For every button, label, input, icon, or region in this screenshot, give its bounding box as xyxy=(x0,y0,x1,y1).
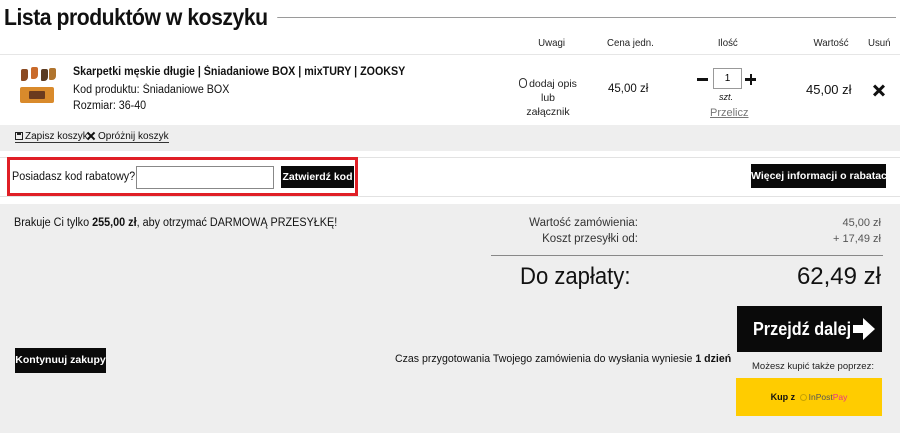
table-header-divider xyxy=(0,54,900,55)
total-label: Do zapłaty: xyxy=(520,263,631,290)
quantity-increase-button[interactable] xyxy=(745,70,757,88)
inpost-brand: InPost xyxy=(808,392,833,402)
empty-cart-label: Opróżnij koszyk xyxy=(98,131,169,142)
sock-graphic xyxy=(21,69,28,81)
sock-graphic xyxy=(49,68,56,80)
prep-time-value: 1 dzień xyxy=(695,353,732,365)
shipping-cost-label: Koszt przesyłki od: xyxy=(542,233,638,245)
free-shipping-text-start: Brakuje Ci tylko xyxy=(14,217,93,229)
free-shipping-amount: 255,00 zł xyxy=(92,217,137,229)
line-value: 45,00 zł xyxy=(806,82,852,97)
discount-info-button[interactable]: Więcej informacji o rabatach xyxy=(751,164,893,188)
page-title-wrap: Lista produktów w koszyku xyxy=(4,2,896,32)
sock-graphic xyxy=(31,67,38,79)
order-value-label: Wartość zamówienia: xyxy=(529,217,638,229)
arrow-right-icon xyxy=(853,318,875,340)
discount-code-input[interactable] xyxy=(136,166,274,189)
inpost-pay-button[interactable]: Kup z InPostPay xyxy=(736,378,882,416)
alternative-payment-label: Możesz kupić także poprzez: xyxy=(752,361,874,372)
column-header-notes: Uwagi xyxy=(538,37,566,49)
continue-shopping-button[interactable]: Kontynuuj zakupy xyxy=(15,348,106,373)
save-cart-button[interactable]: Zapisz koszyk xyxy=(15,131,88,143)
unit-price: 45,00 zł xyxy=(608,83,649,95)
inpost-logo-icon xyxy=(799,394,807,401)
column-header-value: Wartość xyxy=(813,37,849,49)
empty-cart-button[interactable]: Opróżnij koszyk xyxy=(87,131,169,143)
order-value: 45,00 zł xyxy=(842,217,881,229)
inpost-pay: Pay xyxy=(832,392,848,402)
preparation-time-message: Czas przygotowania Twojego zamówienia do… xyxy=(395,353,731,365)
product-thumbnail[interactable] xyxy=(18,67,58,107)
add-note-label: dodaj opis lub załącznik xyxy=(526,78,577,118)
add-note-link[interactable]: dodaj opis lub załącznik xyxy=(518,77,578,119)
quantity-decrease-button[interactable] xyxy=(697,70,709,88)
paperclip-icon xyxy=(519,78,528,88)
save-disk-icon xyxy=(15,132,23,140)
proceed-label: Przejdź dalej xyxy=(753,319,852,339)
prep-time-text: Czas przygotowania Twojego zamówienia do… xyxy=(395,353,696,365)
column-header-remove: Usuń xyxy=(867,37,891,49)
gift-box-graphic xyxy=(20,87,54,103)
quantity-input[interactable] xyxy=(713,68,742,89)
product-code: Kod produktu: Śniadaniowe BOX xyxy=(73,84,230,96)
save-cart-label: Zapisz koszyk xyxy=(25,131,88,142)
inpost-prefix: Kup z xyxy=(770,392,796,402)
confirm-code-button[interactable]: Zatwierdź kod xyxy=(281,166,354,188)
discount-code-label: Posiadasz kod rabatowy? xyxy=(12,171,136,183)
free-shipping-text-end: , aby otrzymać DARMOWĄ PRZESYŁKĘ! xyxy=(136,217,338,229)
remove-item-icon[interactable] xyxy=(873,84,885,96)
close-icon xyxy=(87,132,95,140)
page-title: Lista produktów w koszyku xyxy=(4,2,277,32)
shipping-cost: + 17,49 zł xyxy=(832,233,881,245)
product-size: Rozmiar: 36-40 xyxy=(73,100,147,112)
proceed-checkout-button[interactable]: Przejdź dalej xyxy=(737,306,882,352)
product-name-link[interactable]: Skarpetki męskie długie | Śniadaniowe BO… xyxy=(73,66,405,78)
free-shipping-message: Brakuje Ci tylko 255,00 zł, aby otrzymać… xyxy=(14,217,337,229)
column-header-unit-price: Cena jedn. xyxy=(607,37,654,49)
sock-graphic xyxy=(41,69,48,81)
recalculate-link[interactable]: Przelicz xyxy=(710,107,749,119)
summary-divider xyxy=(491,255,883,256)
column-header-quantity: Ilość xyxy=(717,37,738,49)
quantity-unit: szt. xyxy=(719,92,734,102)
total-value: 62,49 zł xyxy=(796,263,881,290)
